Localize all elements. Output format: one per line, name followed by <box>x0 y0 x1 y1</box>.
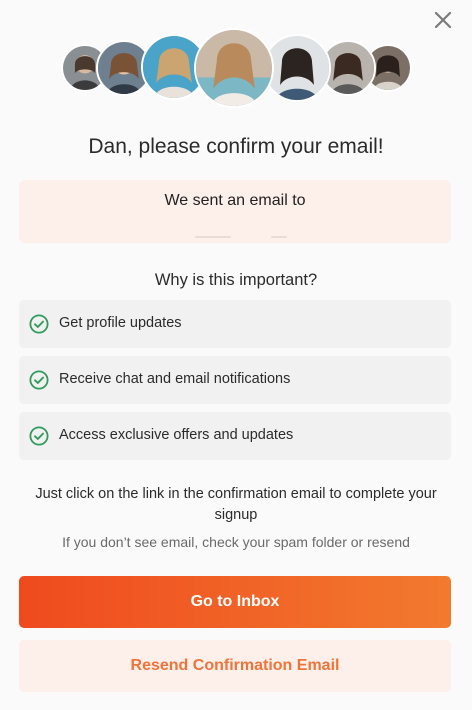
instructions-text: Just click on the link in the confirmati… <box>35 486 437 523</box>
avatar <box>194 28 274 108</box>
email-redaction-mark <box>195 236 231 238</box>
why-heading: Why is this important? <box>154 271 318 289</box>
spam-note: If you don’t see email, check your spam … <box>62 534 410 550</box>
email-notice: We sent an email to <box>19 180 451 243</box>
benefit-item: Access exclusive offers and updates <box>19 412 451 460</box>
go-to-inbox-button[interactable]: Go to Inbox <box>19 576 451 628</box>
resend-confirmation-button[interactable]: Resend Confirmation Email <box>19 640 451 692</box>
benefit-item: Get profile updates <box>19 300 451 348</box>
email-redaction-mark <box>271 236 287 238</box>
benefit-item: Receive chat and email notifications <box>19 356 451 404</box>
page-title: Dan, please confirm your email! <box>88 135 384 158</box>
email-address <box>19 216 451 238</box>
benefit-label: Get profile updates <box>59 315 182 331</box>
check-circle-icon <box>29 370 49 390</box>
confirm-email-modal: Dan, please confirm your email! We sent … <box>0 0 472 710</box>
check-circle-icon <box>29 426 49 446</box>
benefit-label: Receive chat and email notifications <box>59 371 291 387</box>
avatar-stack <box>0 28 472 108</box>
check-circle-icon <box>29 314 49 334</box>
benefit-label: Access exclusive offers and updates <box>59 427 294 443</box>
email-notice-label: We sent an email to <box>164 192 306 209</box>
